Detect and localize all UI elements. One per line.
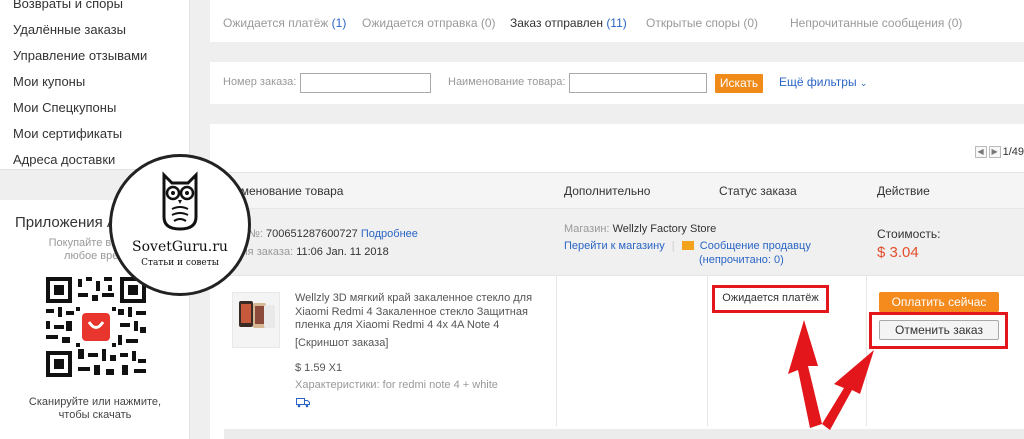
col-status: Статус заказа [719, 184, 797, 198]
order-item-row: Wellzly 3D мягкий край закаленное стекло… [210, 276, 1024, 426]
divider: | [671, 240, 675, 252]
apps-scan-text-2: чтобы скачать [58, 409, 132, 421]
order-header: аз №: 700651287600727 Подробнее емя зака… [210, 208, 1024, 276]
more-filters-label: Ещё фильтры [779, 75, 857, 89]
pay-now-button[interactable]: Оплатить сейчас [879, 292, 999, 312]
tab-label: Заказ отправлен [510, 16, 603, 30]
col-product: именование товара [234, 184, 344, 198]
sidebar-item-deleted-orders[interactable]: Удалённые заказы [13, 17, 189, 43]
col-extra: Дополнительно [564, 184, 651, 198]
order-number: аз №: 700651287600727 Подробнее [234, 228, 418, 240]
product-thumbnail[interactable] [232, 292, 280, 348]
search-button[interactable]: Искать [715, 74, 763, 93]
envelope-icon [681, 241, 694, 250]
order-status-tabs: Ожидается платёж (1) Ожидается отправка … [210, 0, 1024, 42]
order-snapshot-link[interactable]: [Скриншот заказа] [295, 337, 388, 349]
order-number-input[interactable] [300, 73, 431, 93]
pager-next-icon[interactable]: ▶ [988, 146, 1001, 158]
cost-value: $ 3.04 [877, 244, 919, 261]
cost-label: Стоимость: [877, 227, 941, 241]
owl-icon [162, 171, 198, 231]
tab-count: (11) [606, 16, 627, 30]
product-characteristics: Характеристики: for redmi note 4 + white [295, 379, 498, 391]
tab-count: (0) [743, 16, 758, 30]
tab-label: Непрочитанные сообщения [790, 16, 945, 30]
tab-unread-messages[interactable]: Непрочитанные сообщения (0) [790, 16, 962, 30]
tab-awaiting-shipment[interactable]: Ожидается отправка (0) [362, 16, 496, 30]
orders-panel: ◀ ▶ 1/49 именование товара Дополнительно… [210, 124, 1024, 439]
annotation-arrows-icon [788, 320, 874, 430]
tab-open-disputes[interactable]: Открытые споры (0) [646, 16, 758, 30]
order-details-link[interactable]: Подробнее [361, 228, 418, 240]
go-to-store-link[interactable]: Перейти к магазину [564, 240, 665, 252]
sidebar-item-coupons[interactable]: Мои купоны [13, 69, 189, 95]
sidebar-item-special-coupons[interactable]: Мои Спецкупоны [13, 95, 189, 121]
tab-label: Открытые споры [646, 16, 740, 30]
watermark-slogan: Статьи и советы [141, 258, 219, 268]
sidebar-menu: Возвраты и споры Удалённые заказы Управл… [0, 0, 190, 170]
col-action: Действие [877, 184, 930, 198]
cancel-order-button[interactable]: Отменить заказ [879, 320, 999, 340]
message-seller-link[interactable]: Сообщение продавцу [700, 240, 811, 252]
store-links: Перейти к магазину | Сообщение продавцу [564, 240, 811, 252]
store-info: Магазин: Wellzly Factory Store [564, 223, 716, 235]
order-time: емя заказа: 11:06 Jan. 11 2018 [234, 246, 389, 258]
store-label: Магазин: [564, 223, 610, 235]
shipping-icon [296, 397, 310, 408]
tab-label: Ожидается отправка [362, 16, 478, 30]
apps-scan-text: Сканируйте или нажмите, [28, 396, 162, 408]
product-name-link[interactable]: Wellzly 3D мягкий край закаленное стекло… [295, 292, 555, 333]
tab-count: (0) [947, 16, 963, 30]
chevron-down-icon: ⌄ [859, 78, 868, 88]
apps-title: Приложения A [15, 214, 117, 231]
order-filters: Номер заказа: Наименование товара: Искат… [210, 62, 1024, 104]
store-name: Wellzly Factory Store [612, 223, 717, 235]
unit-price: $ 1.59 X1 [295, 362, 343, 374]
more-filters-link[interactable]: Ещё фильтры ⌄ [779, 75, 867, 89]
order-time-value: 11:06 Jan. 11 2018 [296, 246, 389, 258]
next-order-strip [224, 429, 1024, 439]
orders-table-header: именование товара Дополнительно Статус з… [210, 172, 1024, 208]
pager-text: 1/49 [1002, 146, 1024, 158]
order-number-label: Номер заказа: [223, 76, 297, 88]
product-name-input[interactable] [569, 73, 707, 93]
sidebar-item-reviews[interactable]: Управление отзывами [13, 43, 189, 69]
tab-count: (1) [331, 16, 347, 30]
qr-code[interactable] [44, 275, 148, 379]
order-number-value: 700651287600727 [266, 228, 358, 240]
pager-prev-icon[interactable]: ◀ [974, 146, 987, 158]
tab-count: (0) [480, 16, 496, 30]
sidebar-item-returns[interactable]: Возвраты и споры [13, 0, 189, 17]
tab-label: Ожидается платёж [223, 16, 329, 30]
tab-awaiting-payment[interactable]: Ожидается платёж (1) [223, 16, 346, 30]
watermark-brand: SovetGuru.ru [132, 239, 228, 255]
sidebar-item-certificates[interactable]: Мои сертификаты [13, 121, 189, 147]
pager: ◀ ▶ 1/49 [974, 146, 1024, 158]
divider [707, 276, 708, 426]
tab-shipped[interactable]: Заказ отправлен (11) [510, 16, 627, 30]
divider [556, 276, 557, 426]
product-name-label: Наименование товара: [448, 76, 566, 88]
sovetguru-logo: SovetGuru.ru Статьи и советы [109, 154, 251, 296]
message-unread[interactable]: (непрочитано: 0) [699, 254, 784, 266]
